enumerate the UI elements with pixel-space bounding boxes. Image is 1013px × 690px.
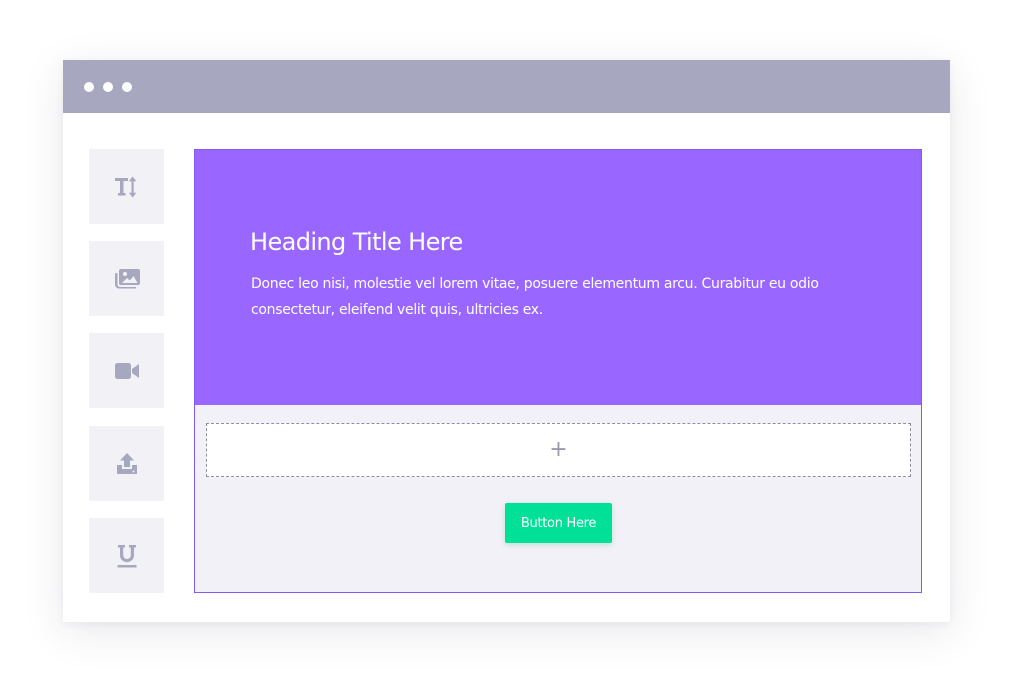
hero-paragraph[interactable]: Donec leo nisi, molestie vel lorem vitae… — [251, 271, 871, 323]
cta-button[interactable]: Button Here — [505, 503, 612, 543]
underline-icon — [117, 544, 136, 567]
tool-upload[interactable] — [89, 426, 164, 501]
plus-icon: + — [549, 437, 568, 462]
window-control-dot[interactable] — [103, 82, 113, 92]
tool-video[interactable] — [89, 333, 164, 408]
window-titlebar — [63, 60, 950, 113]
hero-heading[interactable]: Heading Title Here — [250, 228, 463, 256]
tool-image[interactable] — [89, 241, 164, 316]
window-control-dot[interactable] — [84, 82, 94, 92]
video-camera-icon — [114, 362, 139, 379]
window-control-dot[interactable] — [122, 82, 132, 92]
text-size-icon — [114, 176, 136, 197]
tool-underline[interactable] — [89, 518, 164, 593]
image-gallery-icon — [114, 268, 140, 288]
page-canvas[interactable]: Heading Title Here Donec leo nisi, moles… — [194, 149, 922, 593]
browser-window: Heading Title Here Donec leo nisi, moles… — [63, 60, 950, 622]
hero-section[interactable]: Heading Title Here Donec leo nisi, moles… — [195, 150, 921, 405]
upload-icon — [116, 452, 137, 474]
add-block-dropzone[interactable]: + — [206, 423, 911, 477]
tool-text[interactable] — [89, 149, 164, 224]
